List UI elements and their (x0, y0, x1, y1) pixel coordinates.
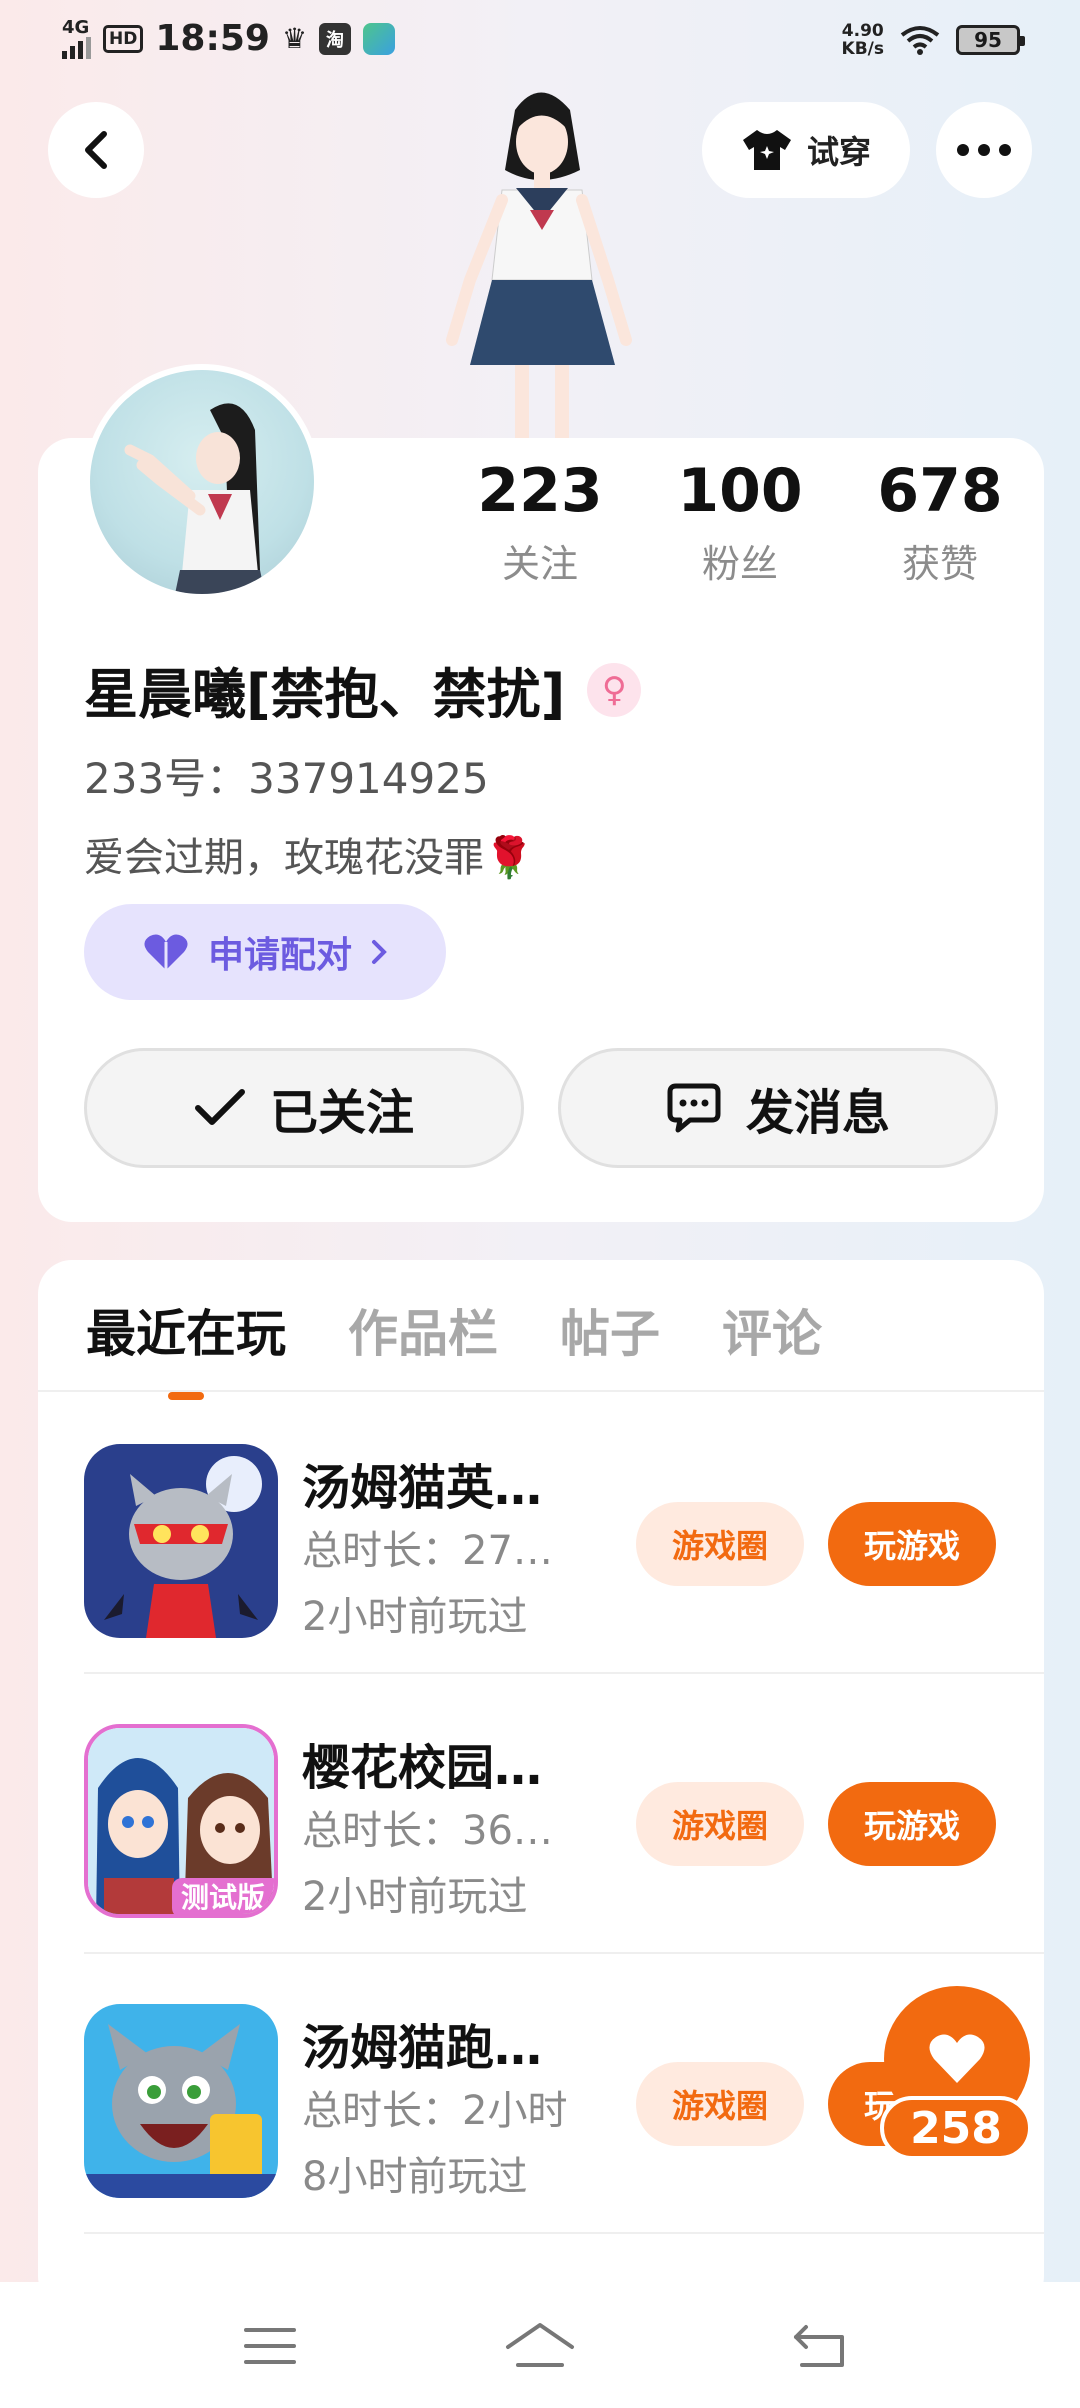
heart-icon (929, 2034, 985, 2083)
home-icon (506, 2323, 574, 2367)
app-notification-icon (363, 22, 396, 55)
game-item[interactable]: 汤姆猫英… 总时长：27… 2小时前玩过 游戏圈 玩游戏 (38, 1392, 1044, 1672)
nav-home-button[interactable] (490, 2306, 590, 2386)
system-nav-bar (0, 2282, 1080, 2408)
chevron-right-icon (372, 940, 387, 964)
game-title: 汤姆猫跑… (302, 2020, 543, 2076)
more-button[interactable] (936, 102, 1032, 198)
taobao-icon: 淘 (319, 22, 352, 55)
stat-following-label: 关注 (501, 542, 578, 586)
try-on-label: 试穿 (806, 133, 871, 171)
game-circle-button[interactable]: 游戏圈 (636, 2062, 804, 2146)
back-button[interactable] (48, 102, 144, 198)
nav-back-icon (794, 2325, 844, 2367)
name-row: 星晨曦[禁抱、禁扰] ♀ (84, 650, 642, 729)
game-circle-button[interactable]: 游戏圈 (636, 1502, 804, 1586)
profile-stats: 223 关注 100 粉丝 678 获赞 (440, 455, 1040, 588)
like-count-badge: 258 (880, 2096, 1032, 2160)
status-bar: 4G HD 18:59 ♛ 淘 4.90 KB/s 95 (0, 0, 1080, 80)
crown-icon: ♛ (281, 22, 308, 55)
stat-likes[interactable]: 678 获赞 (840, 455, 1040, 588)
nav-back-button[interactable] (770, 2306, 870, 2386)
battery-level: 95 (974, 28, 1002, 52)
check-icon (194, 1089, 245, 1125)
stat-following[interactable]: 223 关注 (440, 455, 640, 588)
game-duration: 总时长：36… (302, 1808, 553, 1854)
avatar[interactable] (84, 364, 320, 600)
user-id: 233号：337914925 (84, 754, 489, 803)
chat-bubble-icon (667, 1083, 721, 1133)
avatar-character-image (446, 92, 632, 440)
wifi-icon (900, 26, 940, 55)
stat-fans-value: 100 (677, 456, 803, 526)
nav-menu-button[interactable] (220, 2306, 320, 2386)
play-game-button[interactable]: 玩游戏 (828, 1502, 996, 1586)
game-icon-talking-tom-run (84, 2004, 278, 2198)
game-last-played: 2小时前玩过 (302, 1594, 528, 1640)
game-last-played: 8小时前玩过 (302, 2154, 528, 2200)
tshirt-icon (742, 130, 791, 170)
apply-pair-button[interactable]: 申请配对 (84, 904, 446, 1000)
followed-button[interactable]: 已关注 (84, 1048, 524, 1168)
game-duration: 总时长：27… (302, 1528, 553, 1574)
username: 星晨曦[禁抱、禁扰] (84, 663, 566, 726)
hd-badge: HD (103, 24, 144, 53)
game-duration: 总时长：2小时 (302, 2088, 568, 2134)
more-dots-icon (957, 144, 1011, 156)
play-game-button[interactable]: 玩游戏 (828, 1782, 996, 1866)
try-on-button[interactable]: 试穿 (702, 102, 910, 198)
status-time: 18:59 (155, 18, 270, 59)
back-arrow-icon (85, 131, 107, 169)
stat-fans-label: 粉丝 (701, 542, 778, 586)
network-type: 4G (62, 16, 90, 38)
stat-likes-label: 获赞 (901, 542, 978, 586)
network-speed: 4.90 KB/s (841, 21, 884, 59)
game-title: 樱花校园… (302, 1740, 543, 1796)
game-title: 汤姆猫英… (302, 1460, 543, 1516)
battery-icon: 95 (956, 25, 1025, 55)
stat-following-value: 223 (477, 456, 603, 526)
apply-pair-label: 申请配对 (207, 935, 352, 976)
game-icon-talking-tom-hero (84, 1444, 278, 1638)
game-icon-sakura-school: 测试版 (84, 1724, 278, 1918)
heart-pair-icon (144, 934, 188, 970)
stat-fans[interactable]: 100 粉丝 (640, 455, 840, 588)
user-bio: 爱会过期，玫瑰花没罪🌹 (84, 835, 534, 881)
followed-label: 已关注 (269, 1085, 414, 1141)
game-item[interactable]: 测试版 樱花校园… 总时长：36… 2小时前玩过 游戏圈 玩游戏 (38, 1672, 1044, 1952)
row-divider (84, 2232, 1044, 2234)
menu-icon (244, 2328, 296, 2364)
tab-comments[interactable]: 评论 (722, 1294, 822, 1366)
send-message-label: 发消息 (745, 1085, 890, 1141)
beta-badge: 测试版 (180, 1881, 265, 1914)
tab-works[interactable]: 作品栏 (348, 1294, 498, 1366)
tab-recently-played[interactable]: 最近在玩 (86, 1294, 286, 1366)
tab-posts[interactable]: 帖子 (560, 1294, 660, 1366)
female-icon: ♀ (587, 662, 642, 717)
profile-tabs: 最近在玩 作品栏 帖子 评论 (86, 1290, 822, 1370)
signal-indicator: 4G (62, 16, 91, 59)
game-circle-button[interactable]: 游戏圈 (636, 1782, 804, 1866)
avatar-image (124, 403, 265, 594)
game-last-played: 2小时前玩过 (302, 1874, 528, 1920)
send-message-button[interactable]: 发消息 (558, 1048, 998, 1168)
stat-likes-value: 678 (877, 456, 1003, 526)
